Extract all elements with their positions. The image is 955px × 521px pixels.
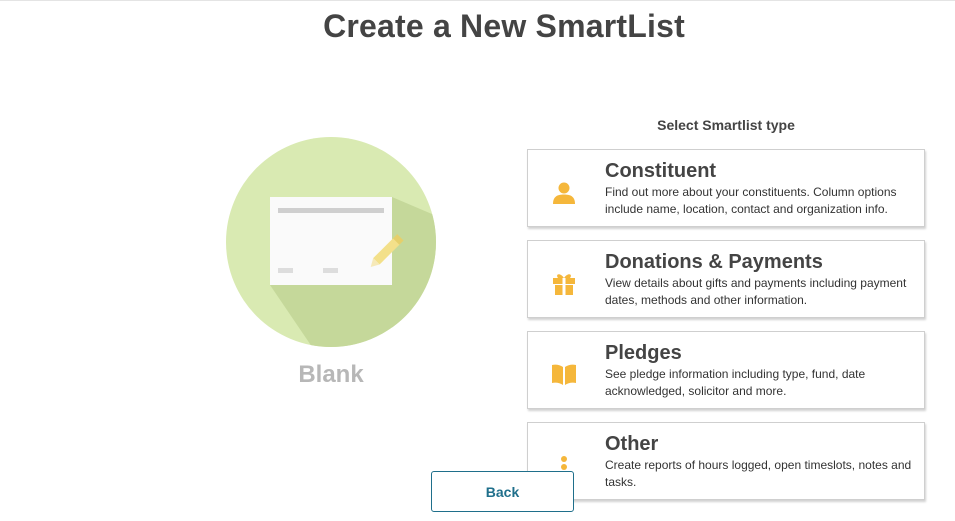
person-icon <box>550 178 578 206</box>
type-card-title: Constituent <box>605 160 717 182</box>
gift-icon <box>550 269 578 297</box>
back-button[interactable]: Back <box>431 471 574 512</box>
type-card-other[interactable]: Other Create reports of hours logged, op… <box>527 422 925 500</box>
type-card-description: Create reports of hours logged, open tim… <box>605 458 912 489</box>
select-type-label: Select Smartlist type <box>657 117 795 133</box>
type-card-constituent[interactable]: Constituent Find out more about your con… <box>527 149 925 227</box>
type-card-description: View details about gifts and payments in… <box>605 276 907 307</box>
type-card-title: Pledges <box>605 342 682 364</box>
blank-template-label: Blank <box>298 361 364 388</box>
type-card-title: Other <box>605 433 659 455</box>
blank-document-pencil-icon <box>226 137 436 347</box>
book-icon <box>550 360 578 388</box>
create-smartlist-page: Create a New SmartList Blank Select Smar <box>0 0 955 521</box>
top-divider <box>0 0 955 1</box>
type-card-description: Find out more about your constituents. C… <box>605 185 897 216</box>
type-card-title: Donations & Payments <box>605 251 823 273</box>
type-card-pledges[interactable]: Pledges See pledge information including… <box>527 331 925 409</box>
page-title: Create a New SmartList <box>323 8 685 44</box>
type-card-description: See pledge information including type, f… <box>605 367 866 398</box>
type-card-donations-payments[interactable]: Donations & Payments View details about … <box>527 240 925 318</box>
blank-template-illustration[interactable] <box>226 137 436 347</box>
